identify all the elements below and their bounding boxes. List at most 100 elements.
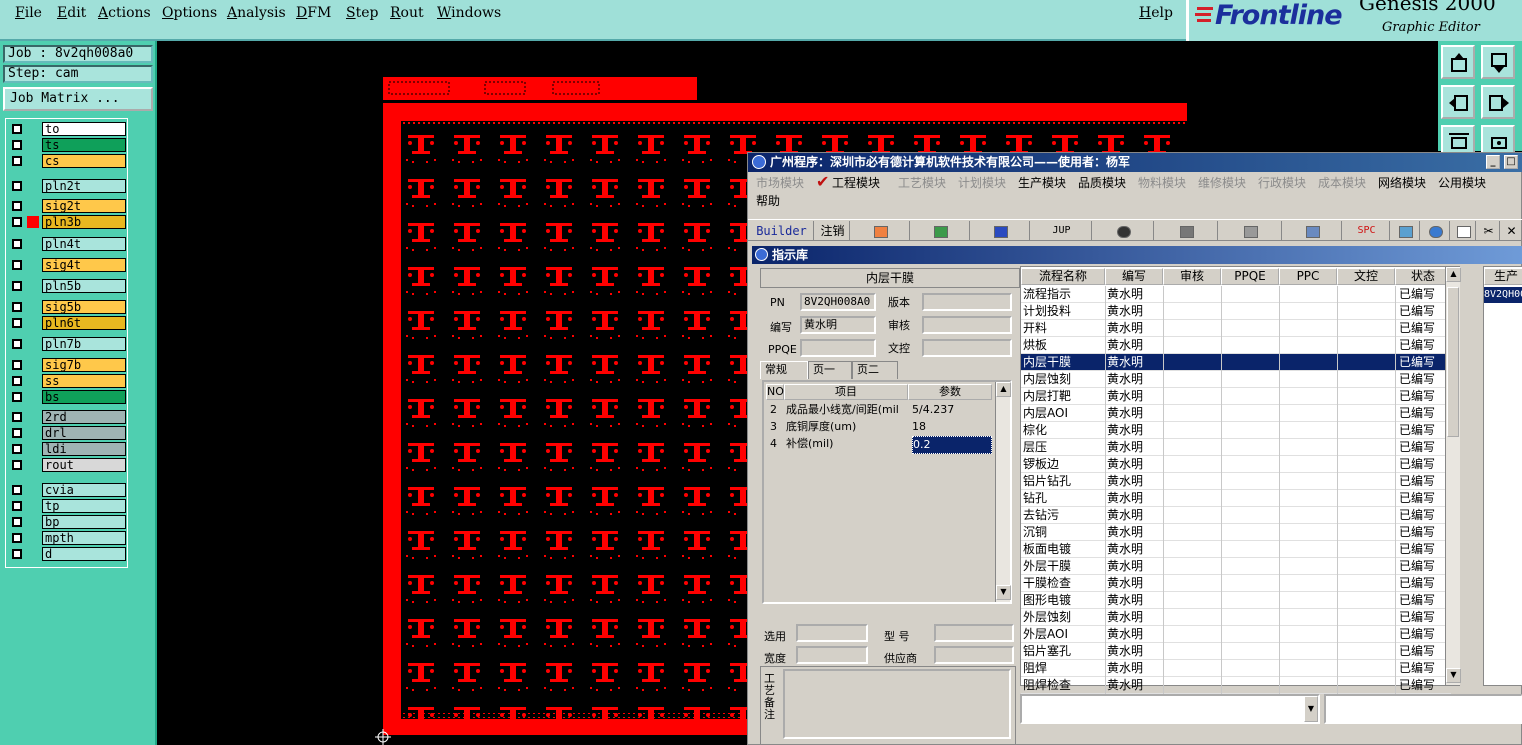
grid-scroll-up-icon[interactable]: ▲: [1446, 267, 1461, 282]
grid-row[interactable]: 板面电镀 黄水明 已编写: [1021, 541, 1451, 558]
grid-row[interactable]: 外层AOI 黄水明 已编写: [1021, 626, 1451, 643]
grid-row[interactable]: 干膜检查 黄水明 已编写: [1021, 575, 1451, 592]
layer-name[interactable]: pln2t: [42, 179, 126, 193]
grid-row[interactable]: 棕化 黄水明 已编写: [1021, 422, 1451, 439]
move-right-button[interactable]: [1481, 85, 1515, 119]
layer-row-d[interactable]: d: [8, 546, 127, 562]
layer-checkbox[interactable]: [12, 201, 22, 211]
app-menu-item[interactable]: 品质模块: [1078, 174, 1126, 191]
report-button[interactable]: [852, 221, 910, 241]
app-menu-item[interactable]: 工程模块: [832, 174, 880, 191]
menu-analysis[interactable]: Analysis: [227, 5, 286, 21]
layer-row-ss[interactable]: ss: [8, 373, 127, 389]
layer-row-rout[interactable]: rout: [8, 457, 127, 473]
layer-checkbox[interactable]: [12, 428, 22, 438]
layer-checkbox[interactable]: [12, 318, 22, 328]
layer-checkbox[interactable]: [12, 392, 22, 402]
layer-checkbox[interactable]: [12, 140, 22, 150]
menu-rout[interactable]: Rout: [390, 5, 424, 21]
layer-name[interactable]: sig4t: [42, 258, 126, 272]
database-button[interactable]: [1156, 221, 1218, 241]
model-field[interactable]: [934, 624, 1014, 642]
layer-name[interactable]: ldi: [42, 442, 126, 456]
grid-row[interactable]: 钻孔 黄水明 已编写: [1021, 490, 1451, 507]
select-field[interactable]: [796, 624, 868, 642]
new-button[interactable]: [1452, 221, 1476, 241]
layer-row-ts[interactable]: ts: [8, 137, 127, 153]
layer-name[interactable]: tp: [42, 499, 126, 513]
view-button[interactable]: [1094, 221, 1154, 241]
layer-name[interactable]: bs: [42, 390, 126, 404]
grid-row[interactable]: 锣板边 黄水明 已编写: [1021, 456, 1451, 473]
layer-row-2rd[interactable]: 2rd: [8, 409, 127, 425]
layer-checkbox[interactable]: [12, 302, 22, 312]
param-value[interactable]: 5/4.237: [912, 402, 992, 418]
layer-checkbox[interactable]: [12, 460, 22, 470]
doc-field[interactable]: [922, 339, 1012, 357]
grid-row[interactable]: 流程指示 黄水明 已编写: [1021, 286, 1451, 303]
layer-name[interactable]: sig5b: [42, 300, 126, 314]
tab-general[interactable]: 常规: [760, 361, 808, 379]
app-menu-item[interactable]: 公用模块: [1438, 174, 1486, 191]
layer-row-cvia[interactable]: cvia: [8, 482, 127, 498]
grid-scroll-down-icon[interactable]: ▼: [1446, 668, 1461, 683]
layer-checkbox[interactable]: [12, 549, 22, 559]
layer-row-pln2t[interactable]: pln2t: [8, 178, 127, 194]
app-menu-help[interactable]: 帮助: [756, 192, 780, 209]
grid-row[interactable]: 内层蚀刻 黄水明 已编写: [1021, 371, 1451, 388]
layer-checkbox[interactable]: [12, 376, 22, 386]
app-menu-item[interactable]: 生产模块: [1018, 174, 1066, 191]
tool-button-1[interactable]: [1392, 221, 1420, 241]
app-menu-item[interactable]: 维修模块: [1198, 174, 1246, 191]
grid-row[interactable]: 外层干膜 黄水明 已编写: [1021, 558, 1451, 575]
layer-checkbox[interactable]: [12, 501, 22, 511]
supplier-field[interactable]: [934, 646, 1014, 664]
layer-checkbox[interactable]: [12, 517, 22, 527]
layer-name[interactable]: ss: [42, 374, 126, 388]
layer-row-pln3b[interactable]: pln3b: [7, 214, 127, 230]
layer-row-pln6t[interactable]: pln6t: [8, 315, 127, 331]
move-up-button[interactable]: [1441, 45, 1475, 79]
layer-checkbox[interactable]: [12, 181, 22, 191]
layer-checkbox[interactable]: [7, 214, 25, 230]
layer-row-sig7b[interactable]: sig7b: [8, 357, 127, 373]
layer-checkbox[interactable]: [12, 156, 22, 166]
filter-combobox[interactable]: ▼: [1020, 694, 1320, 724]
param-row[interactable]: 2 成品最小线宽/间距(mil 5/4.237: [766, 402, 992, 419]
scroll-up-icon[interactable]: ▲: [996, 382, 1011, 397]
layer-name[interactable]: 2rd: [42, 410, 126, 424]
builder-button[interactable]: Builder: [750, 221, 814, 241]
layer-name[interactable]: cvia: [42, 483, 126, 497]
layer-name[interactable]: sig7b: [42, 358, 126, 372]
layer-checkbox[interactable]: [12, 485, 22, 495]
grid-row[interactable]: 内层打靶 黄水明 已编写: [1021, 388, 1451, 405]
layer-checkbox[interactable]: [12, 124, 22, 134]
layer-name[interactable]: d: [42, 547, 126, 561]
menu-windows[interactable]: Windows: [437, 5, 501, 21]
layer-row-sig4t[interactable]: sig4t: [8, 257, 127, 273]
grid-header[interactable]: 状态: [1395, 268, 1451, 285]
editor-field[interactable]: 黄水明: [800, 316, 876, 334]
grid-row[interactable]: 内层AOI 黄水明 已编写: [1021, 405, 1451, 422]
menu-dfm[interactable]: DFM: [296, 5, 331, 21]
scroll-down-icon[interactable]: ▼: [996, 585, 1011, 600]
pn-field[interactable]: 8V2QH008A0: [800, 293, 876, 311]
layer-checkbox[interactable]: [12, 260, 22, 270]
layer-row-to[interactable]: to: [8, 121, 127, 137]
layer-checkbox[interactable]: [12, 412, 22, 422]
grid-row[interactable]: 层压 黄水明 已编写: [1021, 439, 1451, 456]
app-menu-item[interactable]: 工艺模块: [898, 174, 946, 191]
menu-actions[interactable]: Actions: [98, 5, 151, 21]
ppqe-field[interactable]: [800, 339, 876, 357]
grid-row[interactable]: 烘板 黄水明 已编写: [1021, 337, 1451, 354]
layer-name[interactable]: pln6t: [42, 316, 126, 330]
tool-button-2[interactable]: [1422, 221, 1450, 241]
layer-name[interactable]: pln4t: [42, 237, 126, 251]
dropdown-arrow-icon[interactable]: ▼: [1304, 696, 1318, 722]
layer-name[interactable]: rout: [42, 458, 126, 472]
search-field[interactable]: [1324, 694, 1522, 724]
jup-button[interactable]: JUP: [1032, 221, 1092, 241]
menu-file[interactable]: File: [15, 5, 42, 21]
grid-header[interactable]: 编写: [1105, 268, 1163, 285]
layer-name[interactable]: pln3b: [42, 215, 126, 229]
